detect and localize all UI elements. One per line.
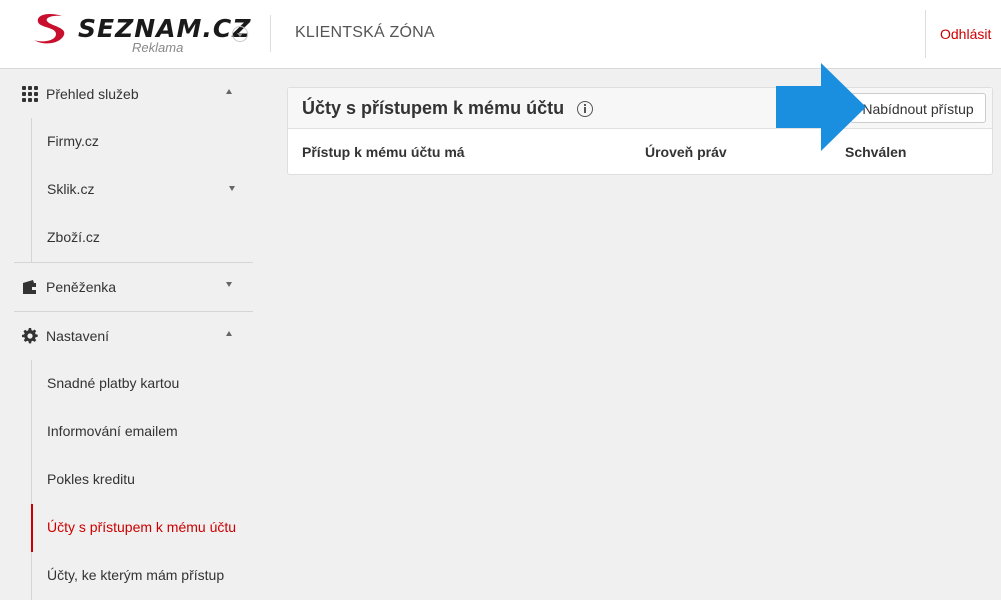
logo-subtitle: Reklama [132,40,184,55]
info-icon[interactable] [577,101,593,117]
pointer-arrow-icon [776,63,866,151]
sidebar-item-label: Zboží.cz [47,229,100,245]
header-divider [925,10,926,58]
sidebar: Přehled služeb Firmy.cz Sklik.cz Zboží.c… [0,69,270,600]
sidebar-item-card-payments[interactable]: Snadné platby kartou [31,360,253,408]
sidebar-item-firmy[interactable]: Firmy.cz [31,118,253,166]
sidebar-section-label: Nastavení [46,328,110,344]
collapse-caret-icon [226,89,232,94]
collapse-caret-icon [226,331,232,336]
sidebar-item-label: Účty s přístupem k mému účtu [47,519,237,535]
page-section-title: KLIENTSKÁ ZÓNA [295,24,435,41]
logo-text: SEZNAM.CZ [78,14,252,43]
gear-icon [22,328,38,344]
seznam-logo[interactable]: SEZNAM.CZ Reklama [30,10,250,58]
column-header-permission-level[interactable]: Úroveň práv [645,144,727,160]
top-header: SEZNAM.CZ Reklama KLIENTSKÁ ZÓNA Odhlási… [0,0,1001,69]
expand-caret-icon [229,186,235,191]
sidebar-item-accounts-with-access[interactable]: Účty s přístupem k mému účtu [31,504,253,552]
sidebar-item-sklik[interactable]: Sklik.cz [31,166,253,214]
grid-icon [22,86,38,102]
sidebar-item-email-notifications[interactable]: Informování emailem [31,408,253,456]
sidebar-section-settings[interactable]: Nastavení [14,312,253,360]
offer-access-button[interactable]: Nabídnout přístup [850,93,986,123]
product-switch-dropdown-icon[interactable] [232,26,248,42]
sidebar-section-wallet[interactable]: Peněženka [14,263,253,311]
sidebar-item-zbozi[interactable]: Zboží.cz [31,214,253,262]
sidebar-item-label: Snadné platby kartou [47,375,180,391]
logo-s-icon [34,14,65,44]
column-header-who[interactable]: Přístup k mému účtu má [302,144,465,160]
header-divider [270,15,271,52]
access-accounts-card: Účty s přístupem k mému účtu Nabídnout p… [287,87,993,175]
card-title: Účty s přístupem k mému účtu [302,98,565,118]
sidebar-item-credit-drop[interactable]: Pokles kreditu [31,456,253,504]
sidebar-item-label: Pokles kreditu [47,471,135,487]
sidebar-section-label: Peněženka [46,279,117,295]
sidebar-item-accounts-i-access[interactable]: Účty, ke kterým mám přístup [31,552,253,600]
sidebar-section-label: Přehled služeb [46,86,139,102]
sidebar-item-label: Firmy.cz [47,133,99,149]
sidebar-item-label: Účty, ke kterým mám přístup [47,567,225,583]
sidebar-item-label: Informování emailem [47,423,178,439]
logout-link[interactable]: Odhlásit [940,26,991,42]
expand-caret-icon [226,282,232,287]
card-header: Účty s přístupem k mému účtu Nabídnout p… [288,88,992,129]
sidebar-section-services[interactable]: Přehled služeb [14,70,253,118]
wallet-icon [23,280,37,294]
sidebar-item-label: Sklik.cz [47,181,95,197]
